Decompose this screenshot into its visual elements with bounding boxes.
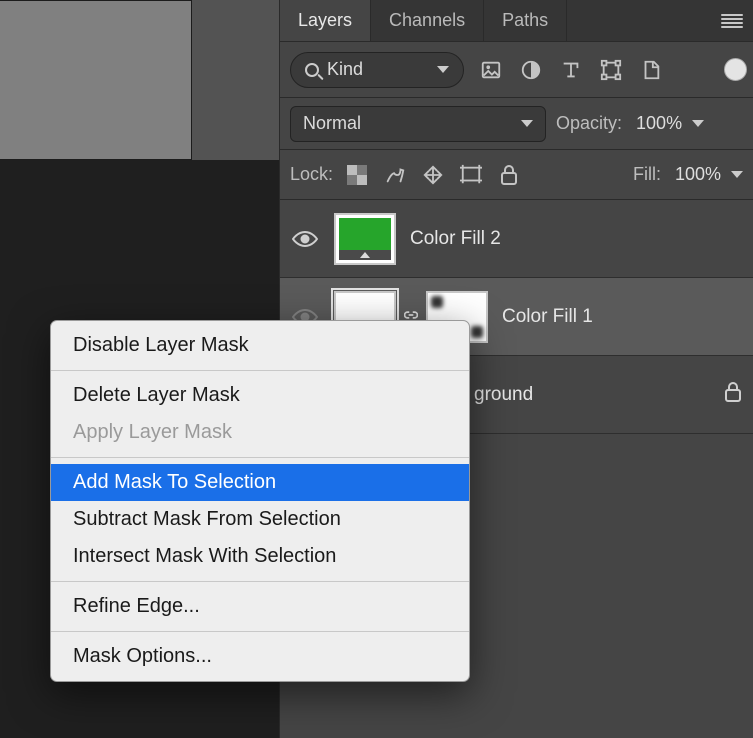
- filter-toggle-switch[interactable]: [724, 58, 747, 81]
- chevron-down-icon[interactable]: [731, 171, 743, 178]
- opacity-value[interactable]: 100%: [636, 113, 682, 134]
- lock-transparent-icon[interactable]: [343, 161, 371, 189]
- menu-item-subtract-mask[interactable]: Subtract Mask From Selection: [51, 501, 469, 538]
- menu-item-refine-edge[interactable]: Refine Edge...: [51, 588, 469, 625]
- filter-adjustment-icon[interactable]: [518, 57, 544, 83]
- layer-name[interactable]: Color Fill 2: [410, 228, 501, 250]
- lock-artboard-icon[interactable]: [457, 161, 485, 189]
- filter-type-icon[interactable]: [558, 57, 584, 83]
- layer-name[interactable]: Color Fill 1: [502, 306, 593, 328]
- menu-item-apply-mask: Apply Layer Mask: [51, 414, 469, 451]
- menu-item-add-mask-to-selection[interactable]: Add Mask To Selection: [51, 464, 469, 501]
- menu-item-intersect-mask[interactable]: Intersect Mask With Selection: [51, 538, 469, 575]
- panel-menu-icon[interactable]: [721, 14, 743, 28]
- filter-kind-label: Kind: [327, 59, 363, 80]
- blend-row: Normal Opacity: 100%: [280, 98, 753, 150]
- panel-menu-area: [567, 0, 753, 41]
- fill-label: Fill:: [633, 164, 661, 185]
- search-icon: [305, 63, 319, 77]
- menu-separator: [51, 581, 469, 582]
- opacity-label: Opacity:: [556, 113, 622, 134]
- lock-image-icon[interactable]: [381, 161, 409, 189]
- panel-tab-bar: Layers Channels Paths: [280, 0, 753, 42]
- tab-channels[interactable]: Channels: [371, 0, 484, 41]
- layer-row[interactable]: Color Fill 2: [280, 200, 753, 278]
- filter-shape-icon[interactable]: [598, 57, 624, 83]
- blend-mode-dropdown[interactable]: Normal: [290, 106, 546, 142]
- filter-row: Kind: [280, 42, 753, 98]
- tab-paths[interactable]: Paths: [484, 0, 567, 41]
- menu-separator: [51, 457, 469, 458]
- menu-separator: [51, 370, 469, 371]
- chevron-down-icon: [437, 66, 449, 73]
- filter-kind-dropdown[interactable]: Kind: [290, 52, 464, 88]
- menu-separator: [51, 631, 469, 632]
- fill-value[interactable]: 100%: [675, 164, 721, 185]
- context-menu: Disable Layer Mask Delete Layer Mask App…: [50, 320, 470, 682]
- document-window-fragment: [0, 0, 192, 160]
- visibility-eye-icon[interactable]: [290, 224, 320, 254]
- tab-layers[interactable]: Layers: [280, 0, 371, 41]
- lock-all-icon[interactable]: [495, 161, 523, 189]
- filter-pixel-icon[interactable]: [478, 57, 504, 83]
- layer-name[interactable]: ground: [474, 384, 533, 406]
- blend-mode-label: Normal: [303, 113, 361, 134]
- chevron-down-icon: [521, 120, 533, 127]
- menu-item-mask-options[interactable]: Mask Options...: [51, 638, 469, 675]
- chevron-down-icon[interactable]: [692, 120, 704, 127]
- layer-thumbnail[interactable]: [334, 213, 396, 265]
- lock-position-icon[interactable]: [419, 161, 447, 189]
- menu-item-delete-mask[interactable]: Delete Layer Mask: [51, 377, 469, 414]
- lock-row: Lock: Fill: 100%: [280, 150, 753, 200]
- menu-item-disable-mask[interactable]: Disable Layer Mask: [51, 327, 469, 364]
- filter-smartobject-icon[interactable]: [638, 57, 664, 83]
- lock-icon: [723, 381, 743, 408]
- lock-label: Lock:: [290, 164, 333, 185]
